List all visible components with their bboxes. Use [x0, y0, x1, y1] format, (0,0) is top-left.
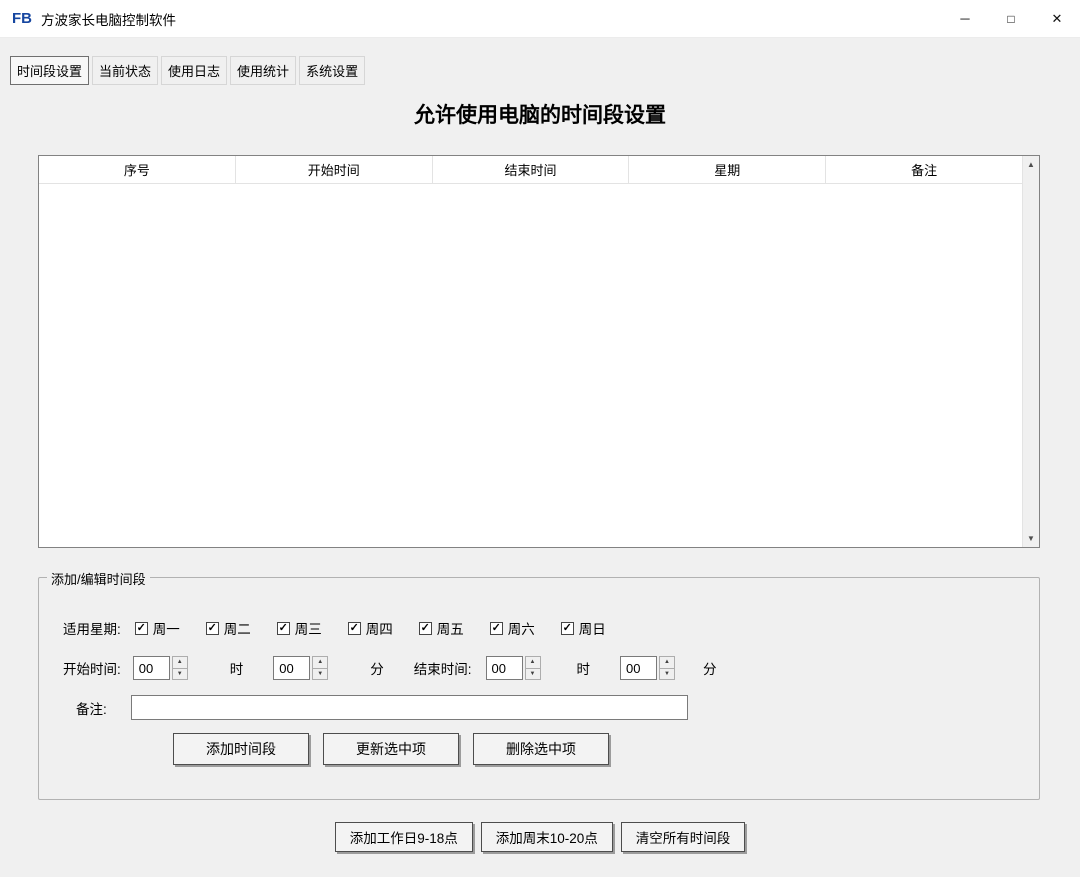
- spin-down-icon[interactable]: ▼: [526, 669, 540, 680]
- checkbox-checked-icon: ✓: [560, 621, 574, 635]
- add-weekend-preset-button[interactable]: 添加周末10-20点: [480, 822, 613, 852]
- start-minute-input[interactable]: 00: [273, 656, 311, 680]
- weekday-checkbox-wed[interactable]: ✓ 周三: [276, 618, 322, 638]
- start-hour-input[interactable]: 00: [132, 656, 170, 680]
- editor-buttons-row: 添加时间段 更新选中项 删除选中项: [173, 733, 609, 765]
- titlebar: FB 方波家长电脑控制软件 ─ □ ✕: [0, 0, 1080, 38]
- end-minute-input[interactable]: 00: [620, 656, 658, 680]
- checkbox-checked-icon: ✓: [134, 621, 148, 635]
- add-weekday-preset-button[interactable]: 添加工作日9-18点: [334, 822, 473, 852]
- close-button[interactable]: ✕: [1034, 0, 1080, 37]
- start-time-label: 开始时间:: [63, 662, 121, 677]
- minute-unit-label: 分: [703, 662, 717, 677]
- minimize-button[interactable]: ─: [942, 0, 988, 37]
- weekday-checkbox-label: 周一: [152, 622, 180, 637]
- tab-current-status[interactable]: 当前状态: [92, 56, 159, 85]
- close-icon: ✕: [1051, 10, 1063, 26]
- time-row: 开始时间: 00 ▲ ▼ 时 00 ▲ ▼ 分 结束时间: 00 ▲ ▼ 时 0…: [63, 656, 717, 680]
- start-hour-spinner: 00 ▲ ▼: [132, 656, 188, 680]
- column-header-end-time: 结束时间: [433, 156, 630, 183]
- weekday-checkbox-label: 周日: [578, 622, 606, 637]
- table-body[interactable]: [39, 184, 1022, 547]
- start-minute-spin-buttons: ▲ ▼: [312, 656, 329, 680]
- scroll-down-icon: ▼: [1027, 534, 1035, 543]
- scroll-down-button[interactable]: ▼: [1023, 530, 1039, 547]
- edit-time-period-group: 添加/编辑时间段 适用星期: ✓ 周一 ✓ 周二 ✓ 周三 ✓ 周四 ✓ 周五 …: [38, 569, 1040, 800]
- window-title: 方波家长电脑控制软件: [41, 12, 176, 28]
- spin-up-icon[interactable]: ▲: [660, 657, 675, 669]
- start-minute-spinner: 00 ▲ ▼: [273, 656, 329, 680]
- scroll-up-button[interactable]: ▲: [1023, 156, 1039, 173]
- scrollbar-track[interactable]: [1023, 173, 1039, 530]
- weekday-checkbox-thu[interactable]: ✓ 周四: [347, 618, 393, 638]
- update-selected-button[interactable]: 更新选中项: [323, 733, 459, 765]
- weekday-checkbox-tue[interactable]: ✓ 周二: [205, 618, 251, 638]
- maximize-button[interactable]: □: [988, 0, 1034, 37]
- start-hour-spin-buttons: ▲ ▼: [171, 656, 188, 680]
- time-period-table: 序号 开始时间 结束时间 星期 备注 ▲ ▼: [38, 155, 1040, 548]
- end-hour-input[interactable]: 00: [485, 656, 523, 680]
- note-row: 备注:: [76, 695, 688, 720]
- weekday-checkbox-sun[interactable]: ✓ 周日: [560, 618, 606, 638]
- tab-system-settings[interactable]: 系统设置: [299, 56, 366, 85]
- weekday-checkbox-fri[interactable]: ✓ 周五: [418, 618, 464, 638]
- spin-down-icon[interactable]: ▼: [173, 669, 187, 680]
- clear-all-periods-button[interactable]: 清空所有时间段: [620, 822, 746, 852]
- tab-usage-log[interactable]: 使用日志: [161, 56, 228, 85]
- window-controls: ─ □ ✕: [942, 0, 1080, 37]
- scroll-up-icon: ▲: [1027, 160, 1035, 169]
- checkbox-checked-icon: ✓: [418, 621, 432, 635]
- spin-up-icon[interactable]: ▲: [313, 657, 328, 669]
- table-header-row: 序号 开始时间 结束时间 星期 备注: [39, 156, 1022, 184]
- weekday-row: 适用星期: ✓ 周一 ✓ 周二 ✓ 周三 ✓ 周四 ✓ 周五 ✓ 周六 ✓ 周日: [63, 618, 632, 638]
- page-title: 允许使用电脑的时间段设置: [414, 104, 666, 127]
- checkbox-checked-icon: ✓: [347, 621, 361, 635]
- minimize-icon: ─: [960, 11, 970, 26]
- note-input[interactable]: [130, 695, 688, 720]
- table-scrollbar[interactable]: ▲ ▼: [1022, 156, 1039, 547]
- column-header-index: 序号: [39, 156, 236, 183]
- hour-unit-label: 时: [576, 662, 591, 677]
- weekday-checkbox-label: 周二: [223, 622, 251, 637]
- weekday-checkbox-label: 周三: [294, 622, 322, 637]
- footer-buttons-row: 添加工作日9-18点 添加周末10-20点 清空所有时间段: [0, 822, 1080, 852]
- column-header-weekday: 星期: [629, 156, 827, 183]
- end-time-label: 结束时间:: [413, 662, 472, 677]
- checkbox-checked-icon: ✓: [205, 621, 219, 635]
- tab-time-settings[interactable]: 时间段设置: [10, 56, 90, 85]
- minute-unit-label: 分: [370, 662, 384, 677]
- weekday-checkbox-label: 周五: [436, 622, 464, 637]
- weekday-checkbox-label: 周四: [365, 622, 393, 637]
- checkbox-checked-icon: ✓: [489, 621, 503, 635]
- weekday-checkbox-sat[interactable]: ✓ 周六: [489, 618, 535, 638]
- weekday-label: 适用星期:: [63, 622, 121, 637]
- delete-selected-button[interactable]: 删除选中项: [473, 733, 609, 765]
- spin-down-icon[interactable]: ▼: [313, 669, 327, 680]
- end-minute-spinner: 00 ▲ ▼: [620, 656, 676, 680]
- app-logo-icon: FB: [12, 10, 32, 27]
- spin-up-icon[interactable]: ▲: [525, 657, 540, 669]
- tab-usage-stats[interactable]: 使用统计: [230, 56, 297, 85]
- table-main: 序号 开始时间 结束时间 星期 备注: [39, 156, 1022, 547]
- checkbox-checked-icon: ✓: [276, 621, 290, 635]
- note-label: 备注:: [76, 701, 107, 717]
- hour-unit-label: 时: [229, 662, 244, 677]
- column-header-note: 备注: [911, 163, 938, 178]
- weekday-checkbox-mon[interactable]: ✓ 周一: [134, 618, 180, 638]
- group-title: 添加/编辑时间段: [47, 569, 150, 588]
- end-minute-spin-buttons: ▲ ▼: [659, 656, 676, 680]
- end-hour-spin-buttons: ▲ ▼: [524, 656, 541, 680]
- spin-up-icon[interactable]: ▲: [172, 657, 187, 669]
- column-header-start-time: 开始时间: [236, 156, 433, 183]
- weekday-checkbox-label: 周六: [507, 622, 535, 637]
- maximize-icon: □: [1007, 11, 1015, 26]
- tab-bar: 时间段设置 当前状态 使用日志 使用统计 系统设置: [10, 56, 366, 85]
- add-time-period-button[interactable]: 添加时间段: [173, 733, 309, 765]
- spin-down-icon[interactable]: ▼: [660, 669, 674, 680]
- end-hour-spinner: 00 ▲ ▼: [485, 656, 541, 680]
